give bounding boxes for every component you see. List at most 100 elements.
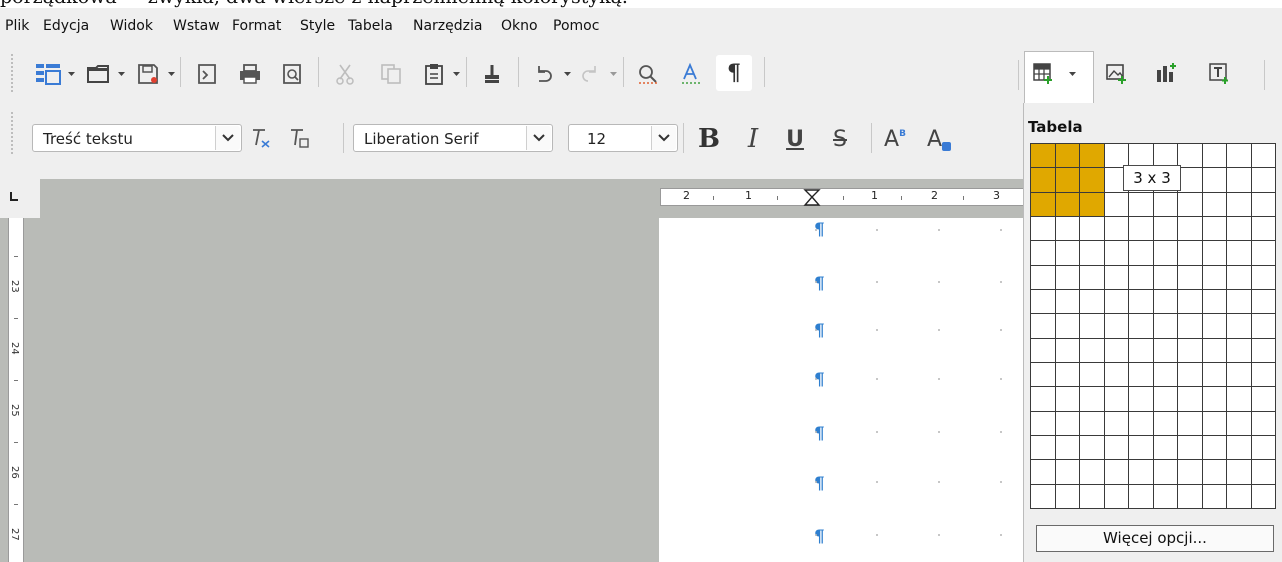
table-grid-cell[interactable] xyxy=(1202,217,1227,242)
table-grid-cell[interactable] xyxy=(1202,460,1227,485)
table-grid-cell[interactable] xyxy=(1153,387,1178,412)
table-grid-cell[interactable] xyxy=(1031,241,1056,266)
table-grid-cell[interactable] xyxy=(1031,265,1056,290)
insert-chart-icon[interactable] xyxy=(1152,60,1180,86)
table-grid-cell[interactable] xyxy=(1031,436,1056,461)
table-grid-cell[interactable] xyxy=(1055,144,1080,169)
table-grid-cell[interactable] xyxy=(1178,436,1203,461)
table-grid-cell[interactable] xyxy=(1129,314,1154,339)
chevron-down-icon[interactable] xyxy=(1067,69,1077,79)
print-icon[interactable] xyxy=(236,61,264,87)
table-grid-cell[interactable] xyxy=(1129,290,1154,315)
table-grid-cell[interactable] xyxy=(1055,363,1080,388)
style-update-icon[interactable] xyxy=(286,125,312,151)
table-grid-cell[interactable] xyxy=(1178,411,1203,436)
chevron-down-icon[interactable] xyxy=(166,69,176,79)
table-grid-cell[interactable] xyxy=(1202,314,1227,339)
table-size-grid[interactable] xyxy=(1030,143,1276,509)
table-grid-cell[interactable] xyxy=(1202,144,1227,169)
table-grid-cell[interactable] xyxy=(1031,363,1056,388)
table-grid-cell[interactable] xyxy=(1251,460,1276,485)
table-grid-cell[interactable] xyxy=(1031,314,1056,339)
table-grid-cell[interactable] xyxy=(1055,387,1080,412)
toolbar-grip[interactable] xyxy=(10,111,14,155)
table-grid-cell[interactable] xyxy=(1227,387,1252,412)
table-grid-cell[interactable] xyxy=(1153,460,1178,485)
table-grid-cell[interactable] xyxy=(1129,363,1154,388)
table-grid-cell[interactable] xyxy=(1227,314,1252,339)
table-grid-cell[interactable] xyxy=(1202,411,1227,436)
table-grid-cell[interactable] xyxy=(1153,338,1178,363)
menu-pomoc[interactable]: Pomoc xyxy=(553,18,599,34)
table-grid-cell[interactable] xyxy=(1031,411,1056,436)
table-grid-cell[interactable] xyxy=(1227,411,1252,436)
table-grid-cell[interactable] xyxy=(1202,338,1227,363)
document-page[interactable] xyxy=(659,218,1024,562)
table-grid-cell[interactable] xyxy=(1080,387,1105,412)
table-grid-cell[interactable] xyxy=(1055,460,1080,485)
table-grid-cell[interactable] xyxy=(1251,168,1276,193)
italic-button[interactable]: I xyxy=(738,123,768,155)
table-grid-cell[interactable] xyxy=(1104,192,1129,217)
strikethrough-button[interactable]: S xyxy=(825,123,855,155)
table-grid-cell[interactable] xyxy=(1178,192,1203,217)
table-grid-cell[interactable] xyxy=(1080,265,1105,290)
table-grid-cell[interactable] xyxy=(1251,363,1276,388)
indent-marker[interactable] xyxy=(803,189,821,211)
insert-image-icon[interactable] xyxy=(1102,60,1130,86)
table-grid-cell[interactable] xyxy=(1202,290,1227,315)
table-grid-cell[interactable] xyxy=(1080,192,1105,217)
table-grid-cell[interactable] xyxy=(1251,144,1276,169)
table-grid-cell[interactable] xyxy=(1251,241,1276,266)
table-grid-cell[interactable] xyxy=(1080,290,1105,315)
table-grid-cell[interactable] xyxy=(1202,436,1227,461)
table-grid-cell[interactable] xyxy=(1055,314,1080,339)
table-grid-cell[interactable] xyxy=(1251,265,1276,290)
paste-icon[interactable] xyxy=(420,61,448,87)
table-grid-cell[interactable] xyxy=(1055,436,1080,461)
table-grid-cell[interactable] xyxy=(1104,387,1129,412)
table-grid-cell[interactable] xyxy=(1202,363,1227,388)
table-grid-cell[interactable] xyxy=(1227,460,1252,485)
table-grid-cell[interactable] xyxy=(1080,338,1105,363)
table-grid-cell[interactable] xyxy=(1227,484,1252,509)
table-grid-cell[interactable] xyxy=(1251,290,1276,315)
table-grid-cell[interactable] xyxy=(1129,192,1154,217)
table-grid-cell[interactable] xyxy=(1251,436,1276,461)
table-grid-cell[interactable] xyxy=(1080,144,1105,169)
table-grid-cell[interactable] xyxy=(1031,484,1056,509)
templates-icon[interactable] xyxy=(34,61,62,87)
table-grid-cell[interactable] xyxy=(1104,460,1129,485)
table-grid-cell[interactable] xyxy=(1129,265,1154,290)
menu-format[interactable]: Format xyxy=(232,18,281,34)
save-icon[interactable] xyxy=(134,61,162,87)
superscript-button[interactable]: AB xyxy=(880,123,910,155)
table-grid-cell[interactable] xyxy=(1104,411,1129,436)
table-grid-cell[interactable] xyxy=(1104,436,1129,461)
table-grid-cell[interactable] xyxy=(1227,363,1252,388)
table-grid-cell[interactable] xyxy=(1031,192,1056,217)
table-grid-cell[interactable] xyxy=(1129,217,1154,242)
table-grid-cell[interactable] xyxy=(1202,387,1227,412)
table-grid-cell[interactable] xyxy=(1153,192,1178,217)
table-grid-cell[interactable] xyxy=(1227,241,1252,266)
table-grid-cell[interactable] xyxy=(1055,192,1080,217)
clone-formatting-icon[interactable] xyxy=(478,61,506,87)
table-grid-cell[interactable] xyxy=(1251,484,1276,509)
chevron-down-icon[interactable] xyxy=(562,69,572,79)
chevron-down-icon[interactable] xyxy=(608,69,618,79)
table-grid-cell[interactable] xyxy=(1178,265,1203,290)
table-grid-cell[interactable] xyxy=(1202,168,1227,193)
table-grid-cell[interactable] xyxy=(1055,265,1080,290)
table-grid-cell[interactable] xyxy=(1080,314,1105,339)
table-grid-cell[interactable] xyxy=(1031,290,1056,315)
table-grid-cell[interactable] xyxy=(1153,314,1178,339)
table-grid-cell[interactable] xyxy=(1104,241,1129,266)
table-grid-cell[interactable] xyxy=(1104,290,1129,315)
table-grid-cell[interactable] xyxy=(1031,460,1056,485)
table-grid-cell[interactable] xyxy=(1055,290,1080,315)
find-replace-icon[interactable] xyxy=(634,61,662,87)
chevron-down-icon[interactable] xyxy=(526,126,551,150)
table-grid-cell[interactable] xyxy=(1080,411,1105,436)
table-grid-cell[interactable] xyxy=(1227,290,1252,315)
